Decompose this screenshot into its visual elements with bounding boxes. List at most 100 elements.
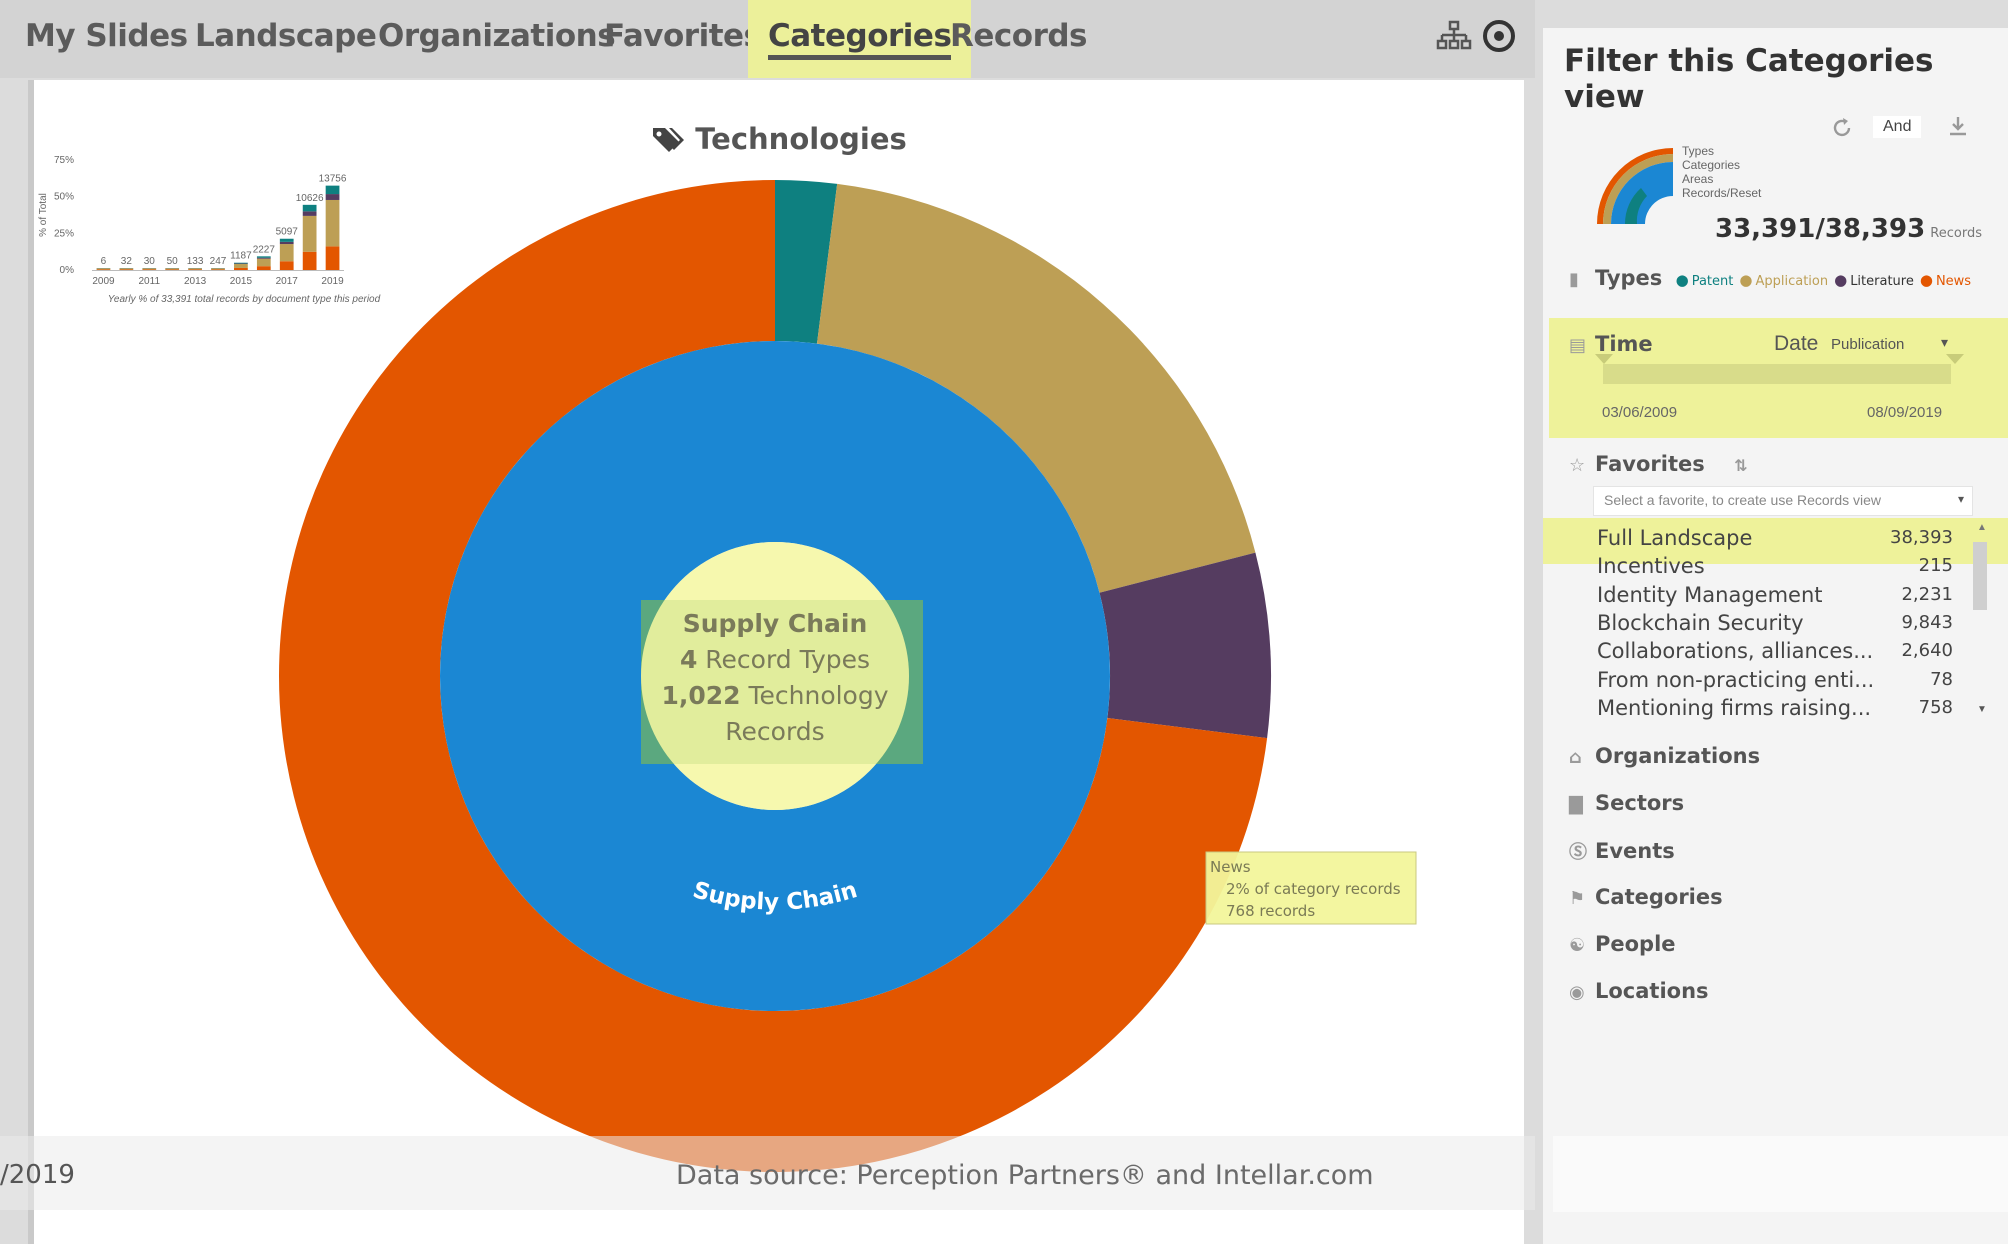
tooltip-title: News	[1210, 858, 1251, 876]
favorite-item[interactable]: Full Landscape 38,393	[1543, 524, 1953, 552]
nav-categories[interactable]: Categories	[748, 0, 972, 78]
people-section[interactable]: ☯ People	[1569, 932, 1676, 956]
records-count: 33,391/38,393 Records	[1715, 214, 1982, 244]
mini-bar-segment	[279, 244, 294, 262]
center-records-text: Records	[725, 717, 824, 746]
mini-bar-segment	[302, 211, 317, 216]
favorites-scrollbar[interactable]	[1973, 542, 1987, 610]
mini-y-tick: 0%	[60, 265, 75, 276]
nav-favorites[interactable]: Favorites	[604, 0, 762, 78]
date-type-select[interactable]: Publication	[1831, 336, 1904, 353]
sort-icon[interactable]: ⇅	[1734, 456, 1747, 475]
hierarchy-icon[interactable]	[1436, 18, 1472, 54]
scroll-up-icon[interactable]: ▲	[1977, 522, 1987, 533]
categories-section[interactable]: ⚑ Categories	[1569, 885, 1723, 909]
events-label: Events	[1595, 839, 1675, 863]
nav-categories-label: Categories	[768, 18, 952, 54]
time-start-date: 03/06/2009	[1602, 404, 1678, 421]
mini-bar-value: 30	[144, 256, 156, 267]
type-legend-item[interactable]: Application	[1755, 274, 1828, 289]
center-tech-records: 1,022 Technology	[661, 681, 888, 710]
mini-y-tick: 75%	[54, 155, 74, 166]
date-type-chevron-down-icon[interactable]: ▾	[1941, 334, 1948, 351]
events-section[interactable]: Ⓢ Events	[1569, 838, 1675, 864]
time-range-slider[interactable]	[1603, 364, 1951, 384]
type-legend-item[interactable]: News	[1936, 274, 1971, 289]
mini-bar-segment	[165, 269, 180, 270]
mini-bar-segment	[96, 269, 111, 270]
favorite-item[interactable]: Incentives 215	[1543, 552, 1953, 580]
locations-section[interactable]: ◉ Locations	[1569, 979, 1709, 1003]
time-end-date: 08/09/2019	[1867, 404, 1943, 421]
legend-types: Types	[1682, 144, 1715, 158]
top-nav: My Slides Landscape Organizations Favori…	[0, 0, 1535, 78]
favorite-count: 215	[1918, 555, 1953, 577]
download-icon[interactable]	[1947, 114, 1969, 138]
center-types-text: Record Types	[697, 645, 870, 674]
nav-organizations[interactable]: Organizations	[378, 0, 616, 78]
favorites-label: Favorites	[1595, 452, 1705, 476]
mini-bar-segment	[165, 268, 180, 270]
mini-x-tick: 2015	[230, 276, 253, 287]
mini-bar-segment	[234, 267, 248, 270]
mini-x-tick: 2013	[184, 276, 207, 287]
records-total: 38,393	[1824, 214, 1926, 244]
mini-bar-segment	[234, 262, 248, 264]
records-filtered: 33,391	[1715, 214, 1816, 244]
nav-landscape[interactable]: Landscape	[195, 0, 377, 78]
mini-bar-value: 247	[210, 256, 227, 267]
legend-records-reset[interactable]: Records/Reset	[1682, 186, 1761, 200]
mini-y-tick: 50%	[54, 192, 74, 203]
types-label: Types	[1595, 266, 1663, 290]
mini-bar-segment	[302, 204, 317, 212]
target-icon[interactable]	[1481, 18, 1517, 54]
favorite-count: 2,231	[1901, 583, 1953, 605]
mini-x-tick: 2017	[276, 276, 299, 287]
industry-icon: ▇	[1569, 794, 1583, 815]
favorite-count: 758	[1918, 696, 1953, 718]
mini-x-tick: 2019	[321, 276, 344, 287]
logic-toggle[interactable]: And	[1873, 116, 1922, 138]
favorite-item[interactable]: Blockchain Security 9,843	[1543, 609, 1953, 637]
favorites-chevron-down-icon: ▾	[1957, 492, 1964, 506]
favorite-count: 9,843	[1901, 611, 1953, 633]
slider-handle-end[interactable]	[1946, 354, 1964, 364]
time-section: ▤ Time Date Publication ▾ 03/06/2009 08/0…	[1549, 318, 2008, 438]
scroll-down-icon[interactable]: ▼	[1977, 704, 1987, 715]
panel-title: Filter this Categories view	[1564, 43, 1934, 115]
records-label: Records	[1930, 226, 1982, 241]
type-legend-item[interactable]: Patent	[1692, 274, 1734, 289]
organizations-section[interactable]: ⌂ Organizations	[1569, 744, 1760, 768]
tags-icon: ⚑	[1569, 888, 1586, 909]
mini-bar-value: 10626	[296, 193, 324, 204]
sectors-section[interactable]: ▇ Sectors	[1569, 791, 1684, 815]
favorites-header[interactable]: ☆ Favorites ⇅	[1569, 452, 1747, 476]
type-legend-item[interactable]: Literature	[1850, 274, 1914, 289]
favorite-item[interactable]: Mentioning firms raising... 758	[1543, 694, 1953, 722]
refresh-icon[interactable]	[1830, 116, 1854, 140]
legend-areas: Areas	[1682, 172, 1714, 186]
bank-icon: ⌂	[1569, 747, 1582, 768]
globe-icon: ◉	[1569, 982, 1585, 1003]
time-header[interactable]: ▤ Time	[1569, 332, 1653, 356]
dollar-icon: Ⓢ	[1569, 842, 1587, 863]
star-icon: ☆	[1569, 455, 1586, 476]
favorite-item[interactable]: Identity Management 2,231	[1543, 581, 1953, 609]
slider-handle-start[interactable]	[1595, 354, 1613, 364]
center-types-count: 4	[680, 645, 697, 674]
type-dot-icon: ●	[1739, 271, 1753, 289]
types-legend: ● Patent ● Application ● Literature ● News	[1676, 271, 1971, 289]
center-tech-count: 1,022	[661, 681, 740, 710]
mini-bar-value: 133	[187, 256, 204, 267]
center-record-types: 4 Record Types	[680, 645, 870, 674]
favorite-item[interactable]: From non-practicing enti... 78	[1543, 666, 1953, 694]
types-section[interactable]: ▮ Types ● Patent ● Application ● Literature ● Ne…	[1569, 266, 1971, 290]
favorite-item[interactable]: Collaborations, alliances... 2,640	[1543, 637, 1953, 665]
people-label: People	[1595, 932, 1676, 956]
nav-my-slides[interactable]: My Slides	[25, 0, 188, 78]
favorites-select[interactable]: Select a favorite, to create use Records…	[1593, 486, 1973, 516]
nav-records[interactable]: Records	[950, 0, 1088, 78]
mini-x-tick: 2011	[139, 276, 161, 287]
mini-bar-value: 6	[101, 256, 107, 267]
mini-bar-segment	[188, 269, 202, 270]
